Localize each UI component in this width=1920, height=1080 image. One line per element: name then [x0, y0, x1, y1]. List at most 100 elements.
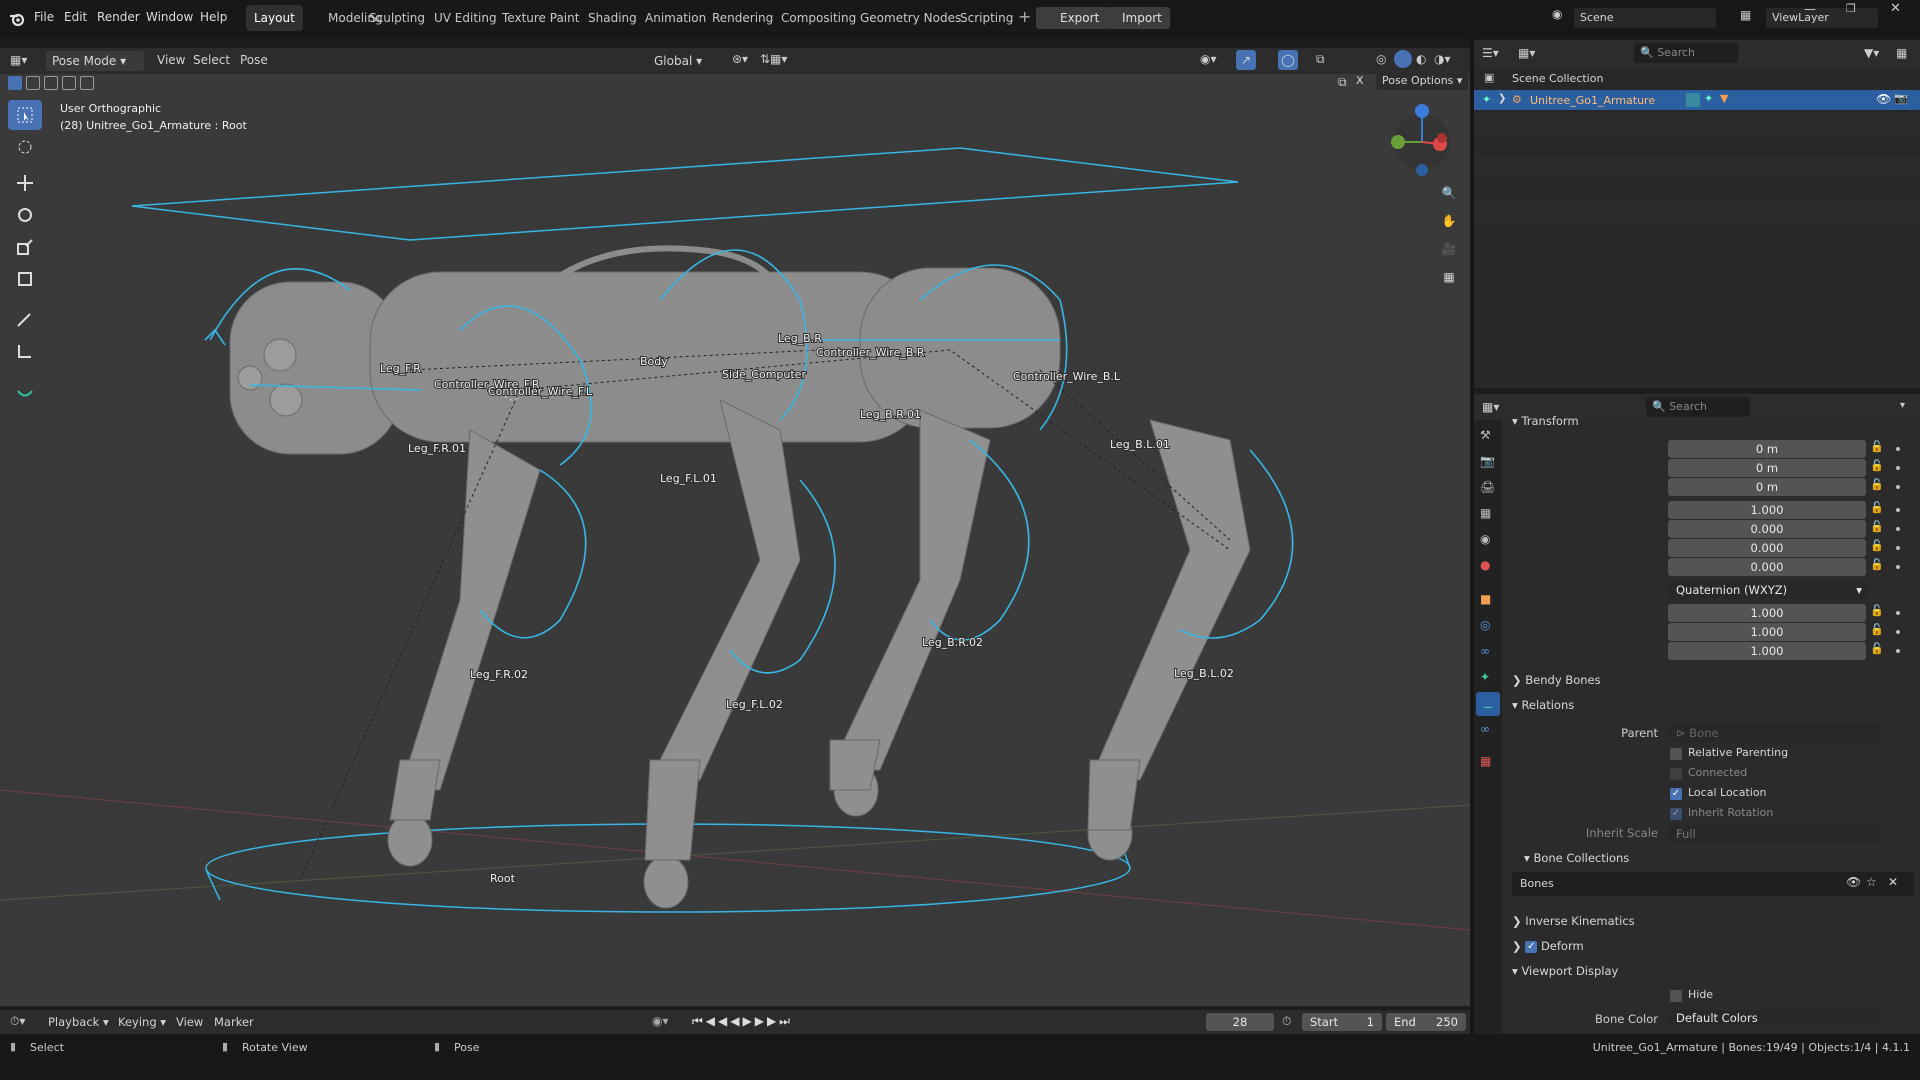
tab-texture-paint[interactable]: Texture Paint	[494, 5, 587, 31]
scale-tool-icon[interactable]	[8, 232, 42, 262]
bone-label-leg-br[interactable]: Leg_B.R	[777, 331, 823, 346]
bone-label-leg-br01[interactable]: Leg_B.R.01	[859, 407, 922, 422]
vertex-group-icon[interactable]: ▼	[1720, 92, 1728, 105]
3d-viewport[interactable]: Leg_F.R Controller_Wire_F.R Controller_W…	[0, 48, 1471, 1006]
render-camera-icon[interactable]: 📷	[1894, 92, 1908, 105]
lock-icon[interactable]: 🔓	[1870, 623, 1884, 636]
bone-label-leg-fr02[interactable]: Leg_F.R.02	[469, 667, 529, 682]
bone-label-leg-fl01[interactable]: Leg_F.L.01	[659, 471, 718, 486]
keyframe-dot[interactable]	[1896, 649, 1900, 653]
render-tab-icon[interactable]: 📷	[1480, 454, 1495, 468]
keyframe-dot[interactable]	[1896, 565, 1900, 569]
select-extend-icon[interactable]	[26, 76, 40, 90]
scale-y-field[interactable]: 1.000	[1668, 623, 1866, 641]
timeline-editor-icon[interactable]: ⏱▾	[10, 1014, 25, 1029]
keyframe-dot[interactable]	[1896, 485, 1900, 489]
bone-color-select[interactable]: Default Colors	[1668, 1010, 1882, 1026]
mode-selector[interactable]: Pose Mode ▾	[46, 51, 144, 71]
bone-label-leg-fr[interactable]: Leg_F.R	[379, 361, 422, 376]
add-workspace-icon[interactable]: +	[1018, 7, 1031, 26]
outliner-editor-icon[interactable]: ☰▾	[1482, 46, 1499, 60]
deform-panel-header[interactable]: ❯ ✓ Deform	[1512, 939, 1584, 953]
select-intersect-icon[interactable]	[80, 76, 94, 90]
expand-chevron-icon[interactable]: ❯	[1498, 93, 1506, 104]
keyframe-dot[interactable]	[1896, 546, 1900, 550]
tab-sculpting[interactable]: Sculpting	[361, 5, 433, 31]
location-y-field[interactable]: 0 m	[1668, 459, 1866, 477]
bone-label-leg-br02[interactable]: Leg_B.R.02	[921, 635, 984, 650]
stopwatch-icon[interactable]: ⏱	[1282, 1014, 1291, 1029]
annotate-tool-icon[interactable]	[8, 304, 42, 334]
keyframe-dot[interactable]	[1896, 630, 1900, 634]
armature-modifier-icon[interactable]: ✦	[1704, 92, 1713, 105]
keyframe-dot[interactable]	[1896, 527, 1900, 531]
scene-icon[interactable]: ◉	[1552, 7, 1568, 23]
viewport-display-panel-header[interactable]: ▾ Viewport Display	[1512, 964, 1618, 978]
texture-tab-icon[interactable]: ▦	[1480, 754, 1491, 768]
editor-type-icon[interactable]: ▦▾	[10, 53, 27, 67]
material-shading-icon[interactable]: ◐	[1416, 52, 1426, 66]
relax-pose-tool-icon[interactable]	[8, 376, 42, 406]
blender-logo-icon[interactable]	[8, 10, 26, 28]
x-mirror-toggle[interactable]: X	[1356, 74, 1364, 87]
select-box-tool-icon[interactable]	[8, 100, 42, 130]
playback-controls[interactable]: ⏮◀◀◀▶▶▶⏭	[692, 1014, 793, 1029]
auto-keying-icon[interactable]: ◉▾	[652, 1014, 669, 1028]
bone-label-ctrl-bl[interactable]: Controller_Wire_B.L	[1012, 369, 1122, 384]
pose-mirror-icon[interactable]: ⧉	[1338, 75, 1347, 90]
scale-z-field[interactable]: 1.000	[1668, 642, 1866, 660]
constraints-tab-icon[interactable]: ∞	[1480, 644, 1490, 658]
bone-label-ctrl-fl[interactable]: Controller_Wire_F.L	[487, 384, 594, 399]
visibility-icon[interactable]: ◉▾	[1200, 52, 1217, 66]
lock-icon[interactable]: 🔓	[1870, 520, 1884, 533]
menu-select[interactable]: Select	[193, 53, 230, 67]
outliner-row-armature[interactable]: ✦ ❯ ⚙ Unitree_Go1_Armature ✦ ▼ 👁 📷	[1474, 90, 1920, 110]
outliner-row-collection[interactable]: ▣ Scene Collection	[1474, 68, 1920, 88]
tab-layout[interactable]: Layout	[246, 5, 303, 31]
gizmo-toggle-icon[interactable]: ↗	[1236, 50, 1256, 70]
rendered-shading-icon[interactable]: ◑▾	[1434, 52, 1451, 66]
lock-icon[interactable]: 🔓	[1870, 642, 1884, 655]
menu-edit[interactable]: Edit	[64, 10, 87, 24]
xray-icon[interactable]: ⧉	[1316, 52, 1325, 67]
scale-x-field[interactable]: 1.000	[1668, 604, 1866, 622]
bendy-bones-panel-header[interactable]: ❯ Bendy Bones	[1512, 673, 1601, 687]
lock-icon[interactable]: 🔓	[1870, 539, 1884, 552]
lock-icon[interactable]: 🔓	[1870, 459, 1884, 472]
menu-view[interactable]: View	[157, 53, 185, 67]
rotation-w-field[interactable]: 1.000	[1668, 501, 1866, 519]
location-x-field[interactable]: 0 m	[1668, 440, 1866, 458]
tab-shading[interactable]: Shading	[580, 5, 645, 31]
inherit-rotation-checkbox[interactable]: ✓	[1670, 808, 1682, 820]
deform-checkbox[interactable]: ✓	[1525, 940, 1538, 953]
local-location-checkbox[interactable]: ✓	[1670, 788, 1682, 800]
export-button[interactable]: Export	[1036, 7, 1108, 29]
view-layer-tab-icon[interactable]: ▦	[1480, 506, 1491, 520]
bone-label-leg-fr01[interactable]: Leg_F.R.01	[407, 441, 467, 456]
menu-render[interactable]: Render	[97, 10, 140, 24]
keyframe-dot[interactable]	[1896, 447, 1900, 451]
menu-help[interactable]: Help	[200, 10, 227, 24]
pan-hand-icon[interactable]: ✋	[1436, 208, 1462, 234]
restore-icon[interactable]: ❐	[1846, 2, 1856, 15]
collection-visibility-eye-icon[interactable]: 👁	[1846, 875, 1861, 889]
new-collection-icon[interactable]: ▦	[1896, 46, 1907, 60]
properties-search-input[interactable]: 🔍 Search	[1646, 397, 1750, 417]
visibility-eye-icon[interactable]: 👁	[1876, 92, 1891, 106]
timeline-view-menu[interactable]: View	[176, 1015, 203, 1029]
relative-parenting-checkbox[interactable]	[1670, 748, 1682, 760]
physics-tab-icon[interactable]: ◎	[1480, 618, 1490, 632]
bone-label-body[interactable]: Body	[639, 354, 669, 369]
marker-menu[interactable]: Marker	[214, 1015, 254, 1029]
tool-tab-icon[interactable]: ⚒	[1480, 428, 1491, 442]
tab-animation[interactable]: Animation	[637, 5, 714, 31]
view-layer-icon[interactable]: ▦	[1740, 8, 1751, 22]
properties-options-icon[interactable]: ▾	[1900, 400, 1905, 411]
tab-rendering[interactable]: Rendering	[704, 5, 781, 31]
location-z-field[interactable]: 0 m	[1668, 478, 1866, 496]
rotation-z-field[interactable]: 0.000	[1668, 558, 1866, 576]
filter-icon[interactable]: ▼▾	[1864, 46, 1879, 60]
orientation-selector[interactable]: Global ▾	[648, 51, 708, 71]
inherit-scale-select[interactable]: Full	[1668, 825, 1882, 843]
wireframe-shading-icon[interactable]: ◎	[1376, 52, 1386, 66]
